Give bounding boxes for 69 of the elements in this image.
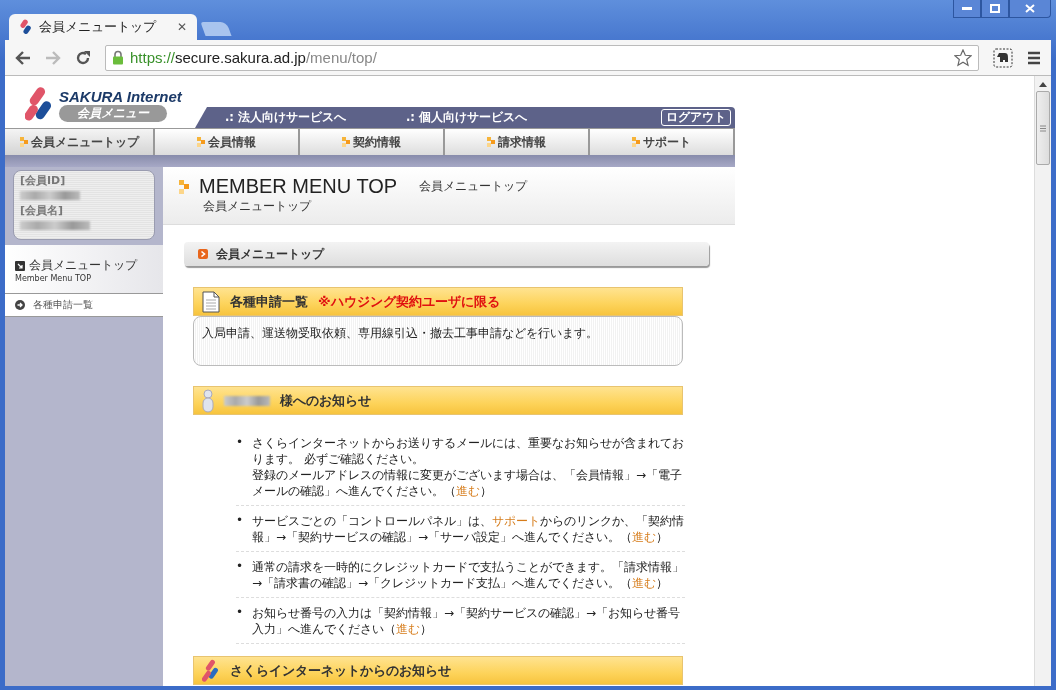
notice-text: 通常の請求を一時的にクレジットカードで支払うことができます。「請求情報」→「請求書の確認」→「クレジットカード支払」へ進んでください。（進む） (252, 559, 685, 592)
bullet: • (236, 558, 244, 575)
back-icon[interactable] (15, 50, 31, 65)
minimize-icon (962, 6, 972, 11)
header-link[interactable]: .: 個人向けサービスへ (406, 110, 527, 125)
notice-text: サービスごとの「コントロールパネル」は、サポート からのリンクか、「契約情報」→「契約サービスの確認」→「サーバ設定」へ進んでください。（進む） (252, 513, 685, 546)
lock-icon (112, 50, 124, 65)
member-id-label: [会員ID] (20, 173, 67, 188)
redacted-block (224, 395, 270, 406)
logo-icon (202, 658, 220, 683)
notice-text: お知らせ番号の入力は「契約情報」→「契約サービスの確認」→「お知らせ番号入力」へ進んでください（進む） (252, 605, 682, 638)
document-icon (202, 290, 220, 313)
person-icon (202, 388, 214, 413)
arrow-icon (15, 300, 25, 310)
nav-tab[interactable]: 請求情報 (445, 129, 590, 155)
nav-tab[interactable]: サポート (590, 129, 735, 155)
scroll-up-icon[interactable] (1039, 82, 1047, 87)
logo-title: SAKURA Internet (59, 88, 182, 105)
sidebar-subtitle: Member Menu TOP (15, 274, 92, 283)
scrollbar[interactable] (1034, 76, 1051, 686)
heading-title: 各種申請一覧 (230, 292, 308, 311)
star-icon[interactable] (954, 48, 972, 67)
page-title: MEMBER MENU TOP (199, 175, 398, 198)
squares-icon (342, 137, 351, 147)
header-link[interactable]: .: 法人向けサービスへ (225, 110, 346, 125)
page-subtitle: 会員メニュートップ (203, 198, 313, 215)
minimize-button[interactable] (953, 0, 981, 18)
redacted-block (20, 191, 80, 200)
nav-tab[interactable]: 契約情報 (300, 129, 445, 155)
squares-icon (19, 137, 29, 147)
bullet: • (236, 604, 244, 621)
arrow-icon (15, 260, 25, 271)
description-text: 入局申請、運送物受取依頼、専用線引込・撤去工事申請などを行います。 (202, 326, 598, 340)
tab-title: 会員メニュートップ (39, 18, 156, 36)
maximize-icon (990, 4, 1000, 13)
close-icon (1025, 4, 1035, 13)
logout-button[interactable]: ログアウト (661, 109, 731, 126)
menu-icon[interactable] (1027, 50, 1041, 65)
sidebar-heading[interactable]: 会員メニュートップ Member Menu TOP (5, 245, 163, 294)
squares-icon (197, 137, 206, 147)
member-name-label: [会員名] (20, 203, 65, 218)
logo-subtitle: 会員メニュー (59, 105, 167, 122)
nav-tab[interactable]: 会員メニュートップ (5, 129, 155, 155)
squares-icon (632, 137, 641, 147)
scrollbar-thumb[interactable] (1036, 91, 1050, 165)
bullet: • (236, 434, 244, 451)
sidebar-item[interactable]: 各種申請一覧 (5, 294, 163, 317)
section-title: 会員メニュートップ (216, 245, 324, 263)
elephant-icon[interactable] (993, 47, 1013, 68)
squares-icon (487, 137, 496, 147)
heading-title: さくらインターネットからのお知らせ (230, 661, 451, 680)
reload-icon[interactable] (75, 49, 91, 66)
maximize-button[interactable] (981, 0, 1009, 18)
sidebar-title: 会員メニュートップ (29, 257, 137, 274)
address-bar[interactable]: https://secure.sakura.ad.jp/menu/top/ (105, 44, 979, 71)
page-title-japanese: 会員メニュートップ (419, 178, 528, 195)
arrow-icon (198, 249, 208, 259)
notice-text: さくらインターネットからお送りするメールには、重要なお知らせが含まれております。 必ずご確認ください。 登録のメールアドレスの情報に変更がございます場合は、「会員情報」→「電子メールの確認」へ進んでください。（進む） (252, 435, 685, 500)
logo-icon (19, 19, 33, 35)
nav-tab[interactable]: 会員情報 (155, 129, 300, 155)
browser-tab[interactable]: 会員メニュートップ ✕ (9, 14, 197, 40)
heading-title: 様へのお知らせ (280, 391, 371, 410)
bullet: • (236, 512, 244, 529)
redacted-block (20, 221, 90, 230)
tab-close-button[interactable]: ✕ (176, 20, 187, 34)
restriction-note: ※ハウジング契約ユーザに限る (318, 292, 500, 311)
squares-icon (179, 179, 189, 194)
grip-icon (1040, 124, 1046, 132)
close-button[interactable] (1009, 0, 1051, 18)
